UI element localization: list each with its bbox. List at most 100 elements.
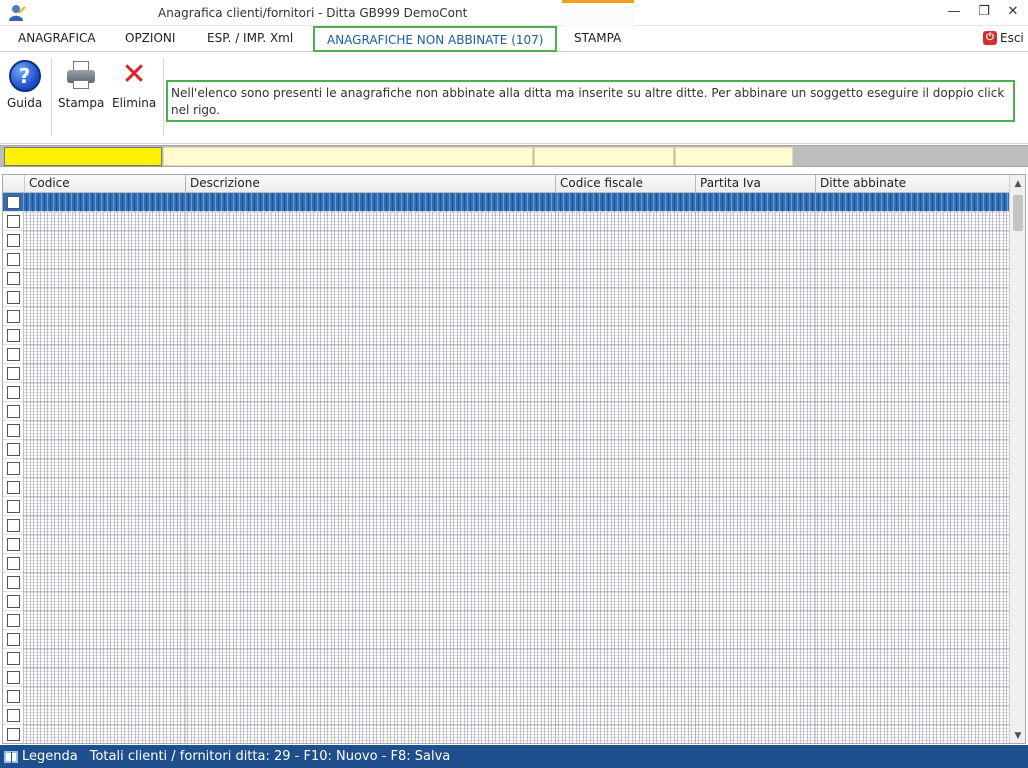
scroll-thumb[interactable] (1013, 195, 1023, 231)
app-user-icon (8, 4, 26, 22)
column-divider (185, 175, 186, 743)
row-checkbox[interactable] (7, 709, 20, 722)
header-codice-fiscale[interactable]: Codice fiscale (555, 175, 695, 193)
table-row[interactable] (3, 269, 1009, 288)
delete-button[interactable]: ✕ Elimina (112, 60, 156, 111)
scroll-down-icon[interactable]: ▼ (1010, 728, 1025, 743)
row-checkbox[interactable] (7, 557, 20, 570)
row-checkbox[interactable] (7, 500, 20, 513)
row-data-obscured (23, 307, 1009, 326)
row-checkbox[interactable] (7, 614, 20, 627)
row-checkbox[interactable] (7, 329, 20, 342)
table-row[interactable] (3, 725, 1009, 743)
print-button[interactable]: Stampa (58, 60, 104, 110)
table-row[interactable] (3, 497, 1009, 516)
row-data-obscured (23, 516, 1009, 535)
table-row[interactable] (3, 668, 1009, 687)
table-row[interactable] (3, 611, 1009, 630)
row-data-obscured (23, 440, 1009, 459)
header-codice[interactable]: Codice (24, 175, 185, 193)
table-row[interactable] (3, 516, 1009, 535)
table-row[interactable] (3, 649, 1009, 668)
legend-link[interactable]: Legenda (22, 747, 78, 767)
table-row[interactable] (3, 573, 1009, 592)
filter-codice-fiscale[interactable] (534, 147, 674, 166)
row-checkbox[interactable] (7, 405, 20, 418)
filter-codice[interactable] (4, 147, 162, 166)
row-checkbox[interactable] (7, 215, 20, 228)
exit-button[interactable]: ⏻ Esci (983, 31, 1024, 45)
row-checkbox[interactable] (7, 519, 20, 532)
title-bar: Anagrafica clienti/fornitori - Ditta GB9… (0, 0, 1028, 26)
table-row[interactable] (3, 402, 1009, 421)
header-ditte-abbinate[interactable]: Ditte abbinate (815, 175, 1009, 193)
header-descrizione[interactable]: Descrizione (185, 175, 555, 193)
row-checkbox[interactable] (7, 462, 20, 475)
row-checkbox[interactable] (7, 633, 20, 646)
table-row[interactable] (3, 231, 1009, 250)
row-checkbox[interactable] (7, 310, 20, 323)
row-data-obscured (23, 554, 1009, 573)
row-checkbox[interactable] (7, 348, 20, 361)
tab-anagrafica[interactable]: ANAGRAFICA (18, 31, 96, 45)
close-button[interactable]: ✕ (1003, 2, 1023, 22)
row-checkbox[interactable] (7, 690, 20, 703)
table-row[interactable] (3, 592, 1009, 611)
table-row[interactable] (3, 687, 1009, 706)
row-checkbox[interactable] (7, 424, 20, 437)
table-row[interactable] (3, 535, 1009, 554)
table-row[interactable] (3, 421, 1009, 440)
table-row[interactable] (3, 345, 1009, 364)
table-row[interactable] (3, 440, 1009, 459)
row-checkbox[interactable] (7, 443, 20, 456)
table-row[interactable] (3, 193, 1009, 212)
table-row[interactable] (3, 554, 1009, 573)
row-checkbox[interactable] (7, 234, 20, 247)
help-button[interactable]: ? Guida (7, 60, 42, 110)
row-checkbox[interactable] (7, 538, 20, 551)
filter-descrizione[interactable] (163, 147, 533, 166)
table-row[interactable] (3, 364, 1009, 383)
row-checkbox[interactable] (7, 272, 20, 285)
row-checkbox[interactable] (7, 196, 20, 209)
table-row[interactable] (3, 630, 1009, 649)
row-checkbox[interactable] (7, 652, 20, 665)
records-grid[interactable]: Codice Descrizione Codice fiscale Partit… (2, 174, 1026, 744)
table-row[interactable] (3, 326, 1009, 345)
table-row[interactable] (3, 478, 1009, 497)
info-message: Nell'elenco sono presenti le anagrafiche… (166, 80, 1015, 122)
vertical-scrollbar[interactable]: ▲ ▼ (1009, 175, 1025, 743)
row-checkbox[interactable] (7, 481, 20, 494)
filter-partita-iva[interactable] (675, 147, 793, 166)
table-row[interactable] (3, 212, 1009, 231)
tab-anagrafiche-non-abbinate[interactable]: ANAGRAFICHE NON ABBINATE (107) (313, 26, 558, 52)
toolbar-separator (163, 58, 164, 136)
table-row[interactable] (3, 288, 1009, 307)
row-data-obscured (23, 630, 1009, 649)
table-row[interactable] (3, 250, 1009, 269)
row-checkbox[interactable] (7, 671, 20, 684)
restore-button[interactable]: ❐ (974, 2, 994, 22)
row-checkbox[interactable] (7, 291, 20, 304)
row-checkbox[interactable] (7, 595, 20, 608)
exit-label: Esci (1000, 31, 1024, 45)
table-row[interactable] (3, 383, 1009, 402)
tab-esp-imp-xml[interactable]: ESP. / IMP. Xml (207, 31, 293, 45)
scroll-up-icon[interactable]: ▲ (1010, 176, 1025, 192)
row-checkbox[interactable] (7, 386, 20, 399)
row-checkbox[interactable] (7, 367, 20, 380)
row-checkbox[interactable] (7, 576, 20, 589)
row-checkbox[interactable] (7, 728, 20, 741)
row-checkbox[interactable] (7, 253, 20, 266)
header-partita-iva[interactable]: Partita Iva (695, 175, 815, 193)
row-data-obscured (23, 345, 1009, 364)
table-row[interactable] (3, 459, 1009, 478)
minimize-button[interactable]: — (944, 2, 964, 22)
power-icon: ⏻ (983, 31, 997, 45)
tab-opzioni[interactable]: OPZIONI (125, 31, 175, 45)
filter-bar (0, 145, 1028, 167)
table-row[interactable] (3, 307, 1009, 326)
window-title: Anagrafica clienti/fornitori - Ditta GB9… (158, 6, 468, 20)
tab-stampa[interactable]: STAMPA (574, 31, 621, 45)
table-row[interactable] (3, 706, 1009, 725)
